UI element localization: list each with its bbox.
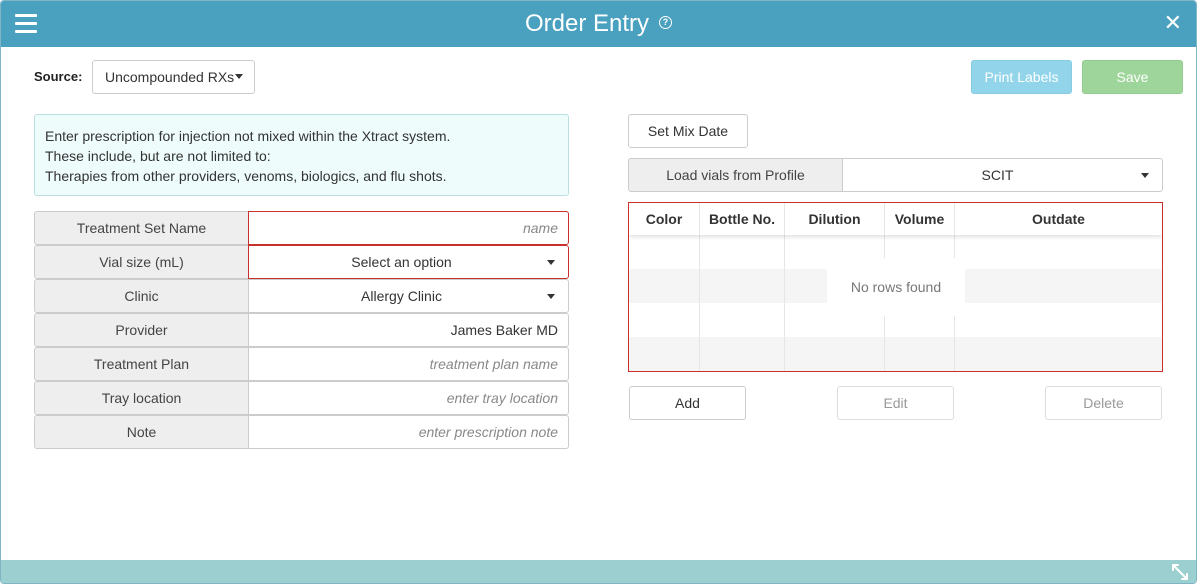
column-header-color[interactable]: Color — [629, 203, 700, 235]
profile-select[interactable]: SCIT — [842, 158, 1163, 192]
treatment-plan-row: Treatment Plan treatment plan name — [34, 347, 569, 381]
resize-icon[interactable] — [1172, 564, 1188, 580]
clinic-select[interactable]: Allergy Clinic — [248, 279, 569, 313]
window-title-text: Order Entry — [524, 10, 650, 37]
vial-size-row: Vial size (mL) Select an option — [34, 245, 569, 279]
vial-size-label: Vial size (mL) — [34, 245, 249, 279]
titlebar: Order Entry? ✕ — [1, 1, 1196, 47]
caret-down-icon — [547, 294, 555, 299]
source-label: Source: — [34, 69, 83, 84]
provider-row: Provider James Baker MD — [34, 313, 569, 347]
footer-bar — [1, 560, 1196, 583]
load-vials-from-profile-label: Load vials from Profile — [628, 158, 843, 192]
set-mix-date-button[interactable]: Set Mix Date — [628, 114, 748, 148]
treatment-set-name-label: Treatment Set Name — [34, 211, 249, 245]
save-button[interactable]: Save — [1082, 60, 1183, 94]
clinic-row: Clinic Allergy Clinic — [34, 279, 569, 313]
note-label: Note — [34, 415, 249, 449]
no-rows-message: No rows found — [827, 258, 965, 316]
tray-location-input[interactable]: enter tray location — [248, 381, 569, 415]
source-select-value: Uncompounded RXs — [105, 69, 235, 85]
tray-location-label: Tray location — [34, 381, 249, 415]
treatment-set-name-input[interactable]: name — [248, 211, 569, 245]
window-title: Order Entry? — [1, 10, 1196, 38]
provider-label: Provider — [34, 313, 249, 347]
source-select[interactable]: Uncompounded RXs — [92, 60, 255, 94]
order-entry-window: Order Entry? ✕ Source: Uncompounded RXs … — [0, 0, 1197, 584]
treatment-set-name-row: Treatment Set Name name — [34, 211, 569, 245]
close-icon[interactable]: ✕ — [1164, 12, 1182, 34]
treatment-plan-input[interactable]: treatment plan name — [248, 347, 569, 381]
vial-size-select-value: Select an option — [351, 254, 452, 270]
profile-select-value: SCIT — [981, 167, 1014, 183]
caret-down-icon — [235, 73, 244, 79]
delete-button[interactable]: Delete — [1045, 386, 1162, 420]
column-header-volume[interactable]: Volume — [885, 203, 955, 235]
column-header-dilution[interactable]: Dilution — [785, 203, 885, 235]
caret-down-icon — [547, 260, 555, 265]
note-row: Note enter prescription note — [34, 415, 569, 449]
edit-button[interactable]: Edit — [837, 386, 954, 420]
treatment-plan-label: Treatment Plan — [34, 347, 249, 381]
column-header-bottle-no[interactable]: Bottle No. — [700, 203, 785, 235]
column-header-outdate[interactable]: Outdate — [955, 203, 1162, 235]
question-circle-icon[interactable]: ? — [659, 16, 673, 30]
add-button[interactable]: Add — [629, 386, 746, 420]
note-input[interactable]: enter prescription note — [248, 415, 569, 449]
info-line: Therapies from other providers, venoms, … — [45, 168, 447, 184]
vials-grid: Color Bottle No. Dilution Volume Outdate… — [628, 202, 1163, 372]
info-line: These include, but are not limited to: — [45, 148, 271, 164]
vial-size-select[interactable]: Select an option — [248, 245, 569, 279]
tray-location-row: Tray location enter tray location — [34, 381, 569, 415]
provider-input[interactable]: James Baker MD — [248, 313, 569, 347]
info-message: Enter prescription for injection not mix… — [34, 114, 569, 196]
print-labels-button[interactable]: Print Labels — [971, 60, 1072, 94]
clinic-label: Clinic — [34, 279, 249, 313]
grid-header: Color Bottle No. Dilution Volume Outdate — [629, 203, 1162, 235]
info-line: Enter prescription for injection not mix… — [45, 128, 451, 144]
caret-down-icon — [1141, 173, 1149, 178]
clinic-select-value: Allergy Clinic — [361, 288, 442, 304]
